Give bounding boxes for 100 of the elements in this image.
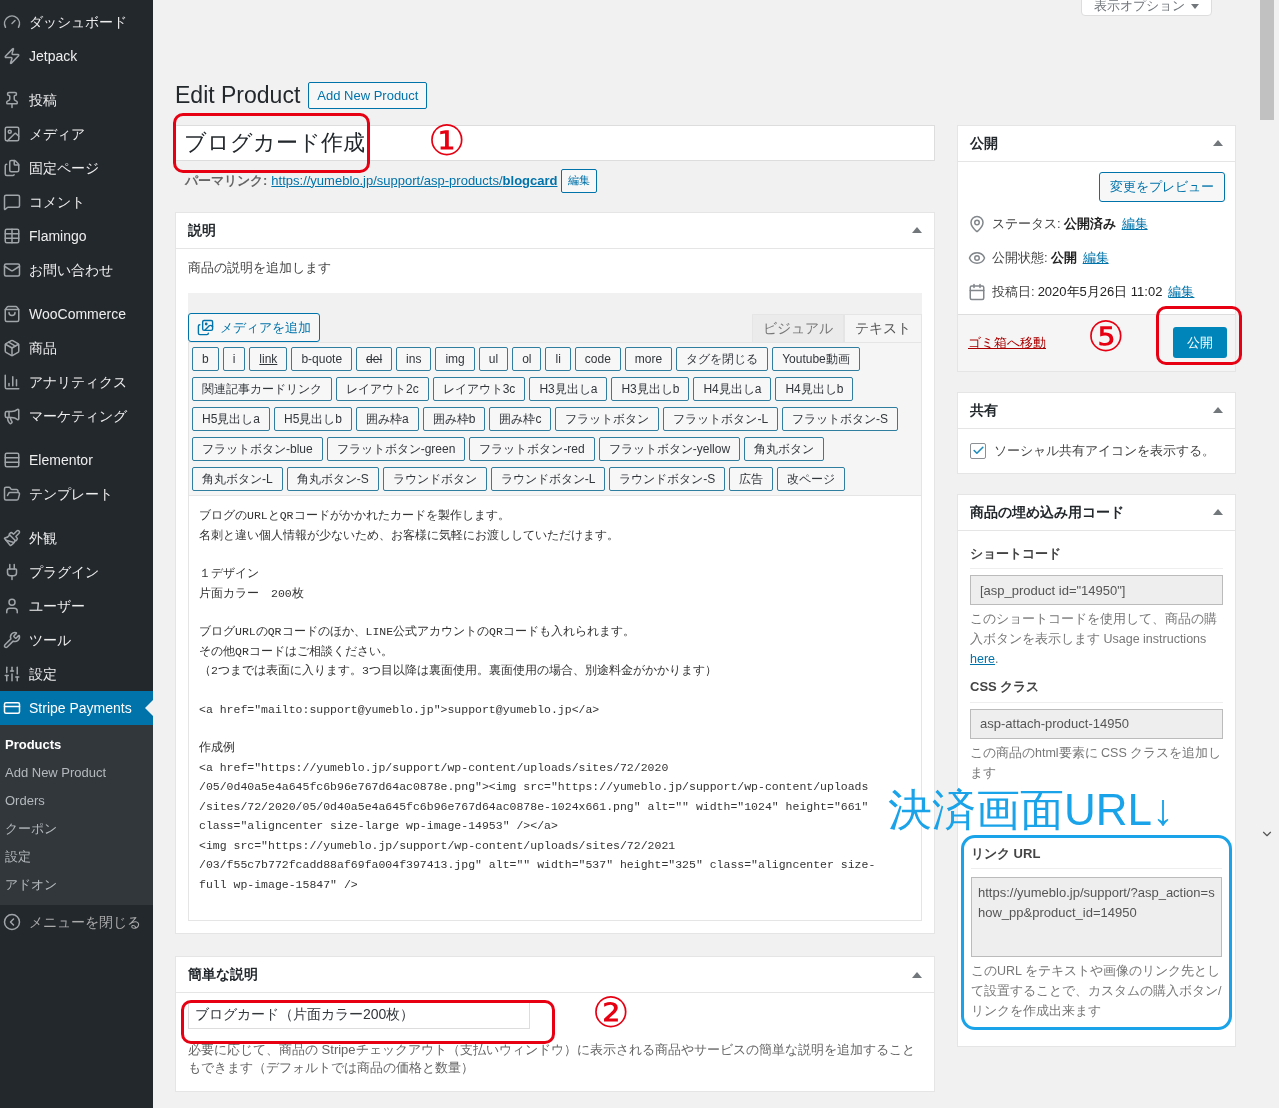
quicktag-button[interactable]: フラットボタン-green: [326, 437, 466, 461]
quicktag-button[interactable]: ラウンドボタン: [382, 467, 487, 491]
permalink-link[interactable]: https://yumeblo.jp/support/asp-products/blogcard: [271, 170, 558, 191]
quicktag-button[interactable]: 角丸ボタン-S: [286, 467, 379, 491]
submenu-item[interactable]: Add New Product: [0, 759, 153, 787]
quicktag-button[interactable]: フラットボタン-L: [663, 407, 779, 431]
content-line: full wp-image-15847" />: [199, 876, 359, 893]
share-checkbox[interactable]: [970, 442, 986, 459]
quicktag-button[interactable]: フラットボタン-blue: [192, 437, 323, 461]
submenu-item[interactable]: クーポン: [0, 815, 153, 843]
menu-item[interactable]: Flamingo: [0, 219, 153, 253]
quicktag-button[interactable]: 関連記事カードリンク: [192, 377, 332, 401]
quicktag-button[interactable]: ol: [512, 347, 542, 371]
collapse-arrow-icon[interactable]: [1213, 509, 1223, 515]
menu-item[interactable]: Stripe Payments: [0, 691, 153, 725]
quicktag-button[interactable]: 角丸ボタン-L: [192, 467, 283, 491]
collapse-arrow-icon[interactable]: [912, 227, 922, 233]
publish-button[interactable]: 公開: [1173, 327, 1227, 358]
quicktag-button[interactable]: link: [249, 347, 288, 371]
menu-item[interactable]: Jetpack: [0, 39, 153, 73]
menu-item[interactable]: マーケティング: [0, 399, 153, 433]
screen-options-button[interactable]: 表示オプション: [1081, 0, 1212, 16]
quicktag-button[interactable]: 囲み枠a: [356, 407, 419, 431]
edit-link[interactable]: 編集: [1121, 213, 1148, 234]
quicktag-button[interactable]: H4見出しb: [775, 377, 854, 401]
submenu-item[interactable]: Products: [0, 731, 153, 759]
quicktag-button[interactable]: H4見出しa: [693, 377, 772, 401]
quicktag-button[interactable]: i: [222, 347, 246, 371]
add-media-button[interactable]: メディアを追加: [188, 313, 320, 342]
shortcode-field[interactable]: [asp_product id="14950"]: [970, 575, 1223, 605]
quicktag-button[interactable]: フラットボタン: [555, 407, 660, 431]
menu-item[interactable]: コメント: [0, 185, 153, 219]
quicktag-button[interactable]: Youtube動画: [772, 347, 860, 371]
quicktag-button[interactable]: H5見出しa: [192, 407, 270, 431]
quicktag-button[interactable]: H3見出しb: [611, 377, 690, 401]
quicktag-button[interactable]: レイアウト2c: [336, 377, 429, 401]
quicktag-button[interactable]: img: [435, 347, 475, 371]
quicktag-button[interactable]: b: [192, 347, 219, 371]
field-help: この商品のhtml要素に CSS クラスを追加します: [970, 744, 1223, 782]
content-line: １デザイン: [199, 566, 260, 582]
menu-item[interactable]: ユーザー: [0, 589, 153, 623]
link-url-field[interactable]: https://yumeblo.jp/support/?asp_action=show_pp&product_id=14950: [971, 877, 1222, 957]
collapse-arrow-icon[interactable]: [912, 971, 922, 978]
editor-tab[interactable]: ビジュアル: [752, 314, 844, 342]
quicktag-button[interactable]: H3見出しa: [529, 377, 608, 401]
scrollbar-thumb[interactable]: [1260, 0, 1274, 120]
quicktag-button[interactable]: 囲み枠c: [489, 407, 552, 431]
quicktag-button[interactable]: 角丸ボタン: [744, 437, 825, 461]
menu-item[interactable]: Elementor: [0, 443, 153, 477]
quicktag-button[interactable]: 広告: [729, 467, 774, 491]
menu-item[interactable]: WooCommerce: [0, 297, 153, 331]
content-line: /03/f55c7b772fcadd88af69fa004f397413.jpg" alt="" width="537" height="325" class="aligncenter size-: [199, 857, 877, 873]
quicktag-button[interactable]: li: [545, 347, 571, 371]
menu-item[interactable]: ダッシュボード: [0, 5, 153, 39]
submenu-item[interactable]: Orders: [0, 787, 153, 815]
quicktag-button[interactable]: H5見出しb: [274, 407, 353, 431]
menu-item[interactable]: 投稿: [0, 83, 153, 117]
quicktag-button[interactable]: フラットボタン-yellow: [598, 437, 741, 461]
quicktag-button[interactable]: b-quote: [291, 347, 353, 371]
menu-item[interactable]: ツール: [0, 623, 153, 657]
edit-link[interactable]: 編集: [1168, 281, 1195, 302]
quicktag-button[interactable]: del: [356, 347, 393, 371]
menu-item[interactable]: 商品: [0, 331, 153, 365]
menu-item[interactable]: アナリティクス: [0, 365, 153, 399]
usage-link[interactable]: here: [970, 652, 996, 666]
editor-tab[interactable]: テキスト: [844, 314, 922, 342]
add-new-button[interactable]: Add New Product: [308, 81, 428, 109]
quicktag-button[interactable]: ins: [396, 347, 432, 371]
quicktag-button[interactable]: ul: [478, 347, 509, 371]
quicktag-button[interactable]: 囲み枠b: [422, 407, 486, 431]
collapse-menu-button[interactable]: メニューを閉じる: [0, 905, 153, 939]
menu-item[interactable]: テンプレート: [0, 477, 153, 511]
menu-item[interactable]: プラグイン: [0, 555, 153, 589]
menu-item[interactable]: メディア: [0, 117, 153, 151]
trash-link[interactable]: ゴミ箱へ移動: [968, 332, 1046, 353]
quicktag-button[interactable]: タグを閉じる: [676, 347, 769, 371]
permalink-edit-button[interactable]: 編集: [561, 168, 598, 193]
quicktag-button[interactable]: more: [624, 347, 673, 371]
wrench-icon: [3, 631, 21, 649]
submenu-item[interactable]: アドオン: [0, 871, 153, 899]
collapse-arrow-icon[interactable]: [1213, 140, 1223, 146]
quicktag-button[interactable]: フラットボタン-S: [782, 407, 899, 431]
quicktag-button[interactable]: 改ページ: [777, 467, 846, 491]
short-description-help: 必要に応じて、商品の Stripeチェックアウト（支払いウィンドウ）に表示される商品やサービスの簡単な説明を追加することもできます（デフォルトでは商品の価格と数量）: [188, 1041, 916, 1077]
quicktag-button[interactable]: レイアウト3c: [432, 377, 526, 401]
short-description-field[interactable]: ブログカード（片面カラー200枚）: [188, 1001, 530, 1029]
css-class-field[interactable]: asp-attach-product-14950: [970, 708, 1223, 739]
menu-item[interactable]: お問い合わせ: [0, 253, 153, 287]
quicktag-button[interactable]: ラウンドボタン-S: [609, 467, 726, 491]
quicktag-button[interactable]: フラットボタン-red: [469, 437, 595, 461]
edit-link[interactable]: 編集: [1082, 247, 1109, 268]
quicktag-button[interactable]: code: [574, 347, 621, 371]
menu-item[interactable]: 外観: [0, 521, 153, 555]
submenu-item[interactable]: 設定: [0, 843, 153, 871]
preview-button[interactable]: 変更をプレビュー: [1099, 171, 1225, 202]
collapse-arrow-icon[interactable]: [1213, 407, 1223, 413]
comment-icon: [3, 193, 21, 211]
menu-item[interactable]: 設定: [0, 657, 153, 691]
menu-item[interactable]: 固定ページ: [0, 151, 153, 185]
quicktag-button[interactable]: ラウンドボタン-L: [490, 467, 606, 491]
